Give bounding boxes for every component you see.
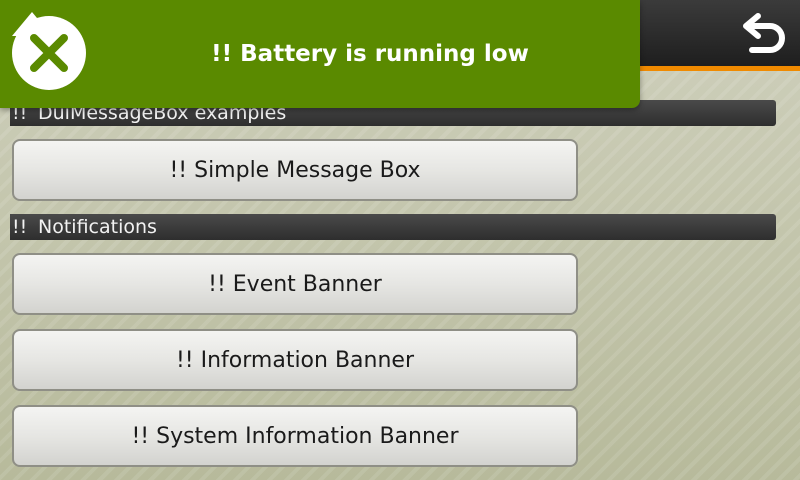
- section-bang: !!: [12, 216, 28, 238]
- button-label: !! Information Banner: [175, 347, 414, 373]
- event-banner-button[interactable]: !! Event Banner: [12, 253, 578, 315]
- screen: !! DuiMessageBox examples !! Simple Mess…: [0, 0, 800, 480]
- button-label: !! Event Banner: [208, 271, 382, 297]
- back-arrow-icon: [743, 13, 785, 53]
- button-label: !! System Information Banner: [131, 423, 459, 449]
- section-label: Notifications: [38, 216, 157, 238]
- system-information-banner-button[interactable]: !! System Information Banner: [12, 405, 578, 467]
- battery-low-icon: [8, 6, 88, 92]
- section-header-notifications: !! Notifications: [10, 214, 776, 240]
- button-label: !! Simple Message Box: [169, 157, 421, 183]
- notification-banner[interactable]: !! Battery is running low: [0, 0, 640, 108]
- back-button[interactable]: [738, 6, 792, 60]
- information-banner-button[interactable]: !! Information Banner: [12, 329, 578, 391]
- banner-message: !! Battery is running low: [211, 41, 529, 67]
- simple-message-box-button[interactable]: !! Simple Message Box: [12, 139, 578, 201]
